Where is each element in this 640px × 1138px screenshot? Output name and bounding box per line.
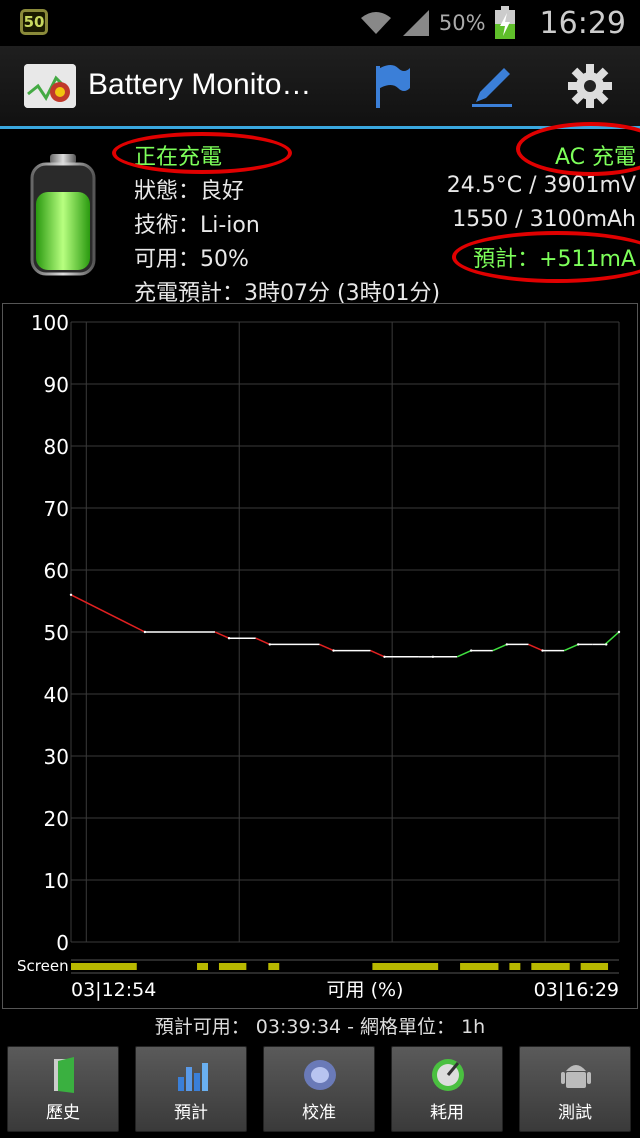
data-point bbox=[541, 649, 544, 652]
action-bar: Battery Monito… bbox=[0, 46, 640, 129]
test-icon bbox=[561, 1065, 591, 1088]
temperature-voltage: 24.5°C / 3901mV bbox=[446, 173, 636, 198]
status-bar: 50 50% 16:29 bbox=[0, 0, 640, 46]
notification-badge-icon: 50 bbox=[20, 9, 48, 35]
chart-svg: 1009080706050403020100Screen03|12:54 可用 (… bbox=[17, 311, 621, 1001]
gear-icon bbox=[568, 64, 612, 108]
estimate-icon bbox=[178, 1063, 208, 1091]
y-tick-label: 40 bbox=[44, 683, 69, 707]
tab-label: 測試 bbox=[558, 1103, 592, 1123]
x-end-label: 03|16:29 bbox=[534, 979, 619, 1001]
wifi-icon bbox=[360, 12, 391, 34]
data-point bbox=[431, 655, 435, 658]
tab-label: 耗用 bbox=[430, 1103, 464, 1123]
battery-chart[interactable]: 100 90 80 70 60 50 40 30 20 10 0 Screen 03|12:54 可用 (… bbox=[2, 303, 638, 1009]
screen-on-segment bbox=[218, 963, 247, 970]
usage-icon bbox=[432, 1059, 464, 1091]
screen-on-segment bbox=[372, 963, 439, 970]
status-right: 50% 16:29 bbox=[359, 0, 626, 46]
series-line bbox=[492, 643, 508, 652]
y-tick-label: 100 bbox=[31, 311, 69, 335]
data-point bbox=[617, 630, 621, 634]
y-tick-label: 20 bbox=[44, 807, 69, 831]
settings-button[interactable] bbox=[562, 58, 618, 114]
y-tick-label: 70 bbox=[44, 497, 69, 521]
data-point bbox=[505, 643, 509, 646]
highlight-ellipse bbox=[112, 132, 292, 174]
app-logo-icon[interactable] bbox=[24, 64, 76, 108]
tab-test[interactable]: 測試 bbox=[519, 1046, 631, 1132]
tab-label: 校准 bbox=[302, 1103, 336, 1123]
series-line bbox=[456, 649, 472, 658]
series-line bbox=[370, 649, 385, 658]
data-point bbox=[469, 649, 473, 652]
y-tick-label: 90 bbox=[44, 373, 69, 397]
calibrate-icon bbox=[304, 1060, 336, 1090]
data-point bbox=[383, 655, 386, 658]
battery-capacity: 1550 / 3100mAh bbox=[452, 207, 636, 232]
series-line bbox=[255, 637, 271, 646]
x-start-label: 03|12:54 bbox=[71, 979, 156, 1001]
battery-charging-icon bbox=[494, 6, 515, 39]
highlight-ellipse bbox=[516, 122, 640, 176]
screen-on-segment bbox=[197, 963, 208, 970]
data-point bbox=[605, 643, 608, 646]
data-point bbox=[268, 643, 272, 646]
battery-technology: 技術：Li-ion bbox=[134, 213, 260, 238]
signal-icon bbox=[402, 10, 429, 36]
screen-on-segment bbox=[509, 963, 521, 970]
series-line bbox=[319, 643, 334, 652]
tab-usage[interactable]: 耗用 bbox=[391, 1046, 503, 1132]
tab-history[interactable]: 歷史 bbox=[7, 1046, 119, 1132]
tab-calibrate[interactable]: 校准 bbox=[263, 1046, 375, 1132]
app-title: Battery Monito… bbox=[88, 68, 312, 101]
screen-on-segment bbox=[460, 963, 499, 970]
screen-label: Screen bbox=[17, 957, 69, 975]
battery-percent: 50% bbox=[438, 11, 486, 35]
y-tick-label: 50 bbox=[44, 621, 69, 645]
data-point bbox=[577, 643, 580, 646]
y-tick-label: 30 bbox=[44, 745, 69, 769]
series-line bbox=[70, 594, 146, 633]
y-tick-label: 60 bbox=[44, 559, 69, 583]
tab-estimate[interactable]: 預計 bbox=[135, 1046, 247, 1132]
clock: 16:29 bbox=[539, 5, 626, 41]
y-tick-label: 10 bbox=[44, 869, 69, 893]
x-axis-label: 可用 (%) bbox=[327, 979, 404, 1001]
highlight-ellipse bbox=[452, 231, 640, 283]
available-percent: 可用：50% bbox=[134, 247, 249, 272]
y-tick-label: 0 bbox=[56, 931, 69, 955]
screen-on-segment bbox=[268, 963, 280, 970]
screen-on-segment bbox=[71, 963, 137, 970]
y-tick-label: 80 bbox=[44, 435, 69, 459]
data-point bbox=[69, 593, 73, 596]
flag-icon bbox=[376, 65, 410, 108]
series-line bbox=[563, 643, 579, 652]
flag-button[interactable] bbox=[364, 58, 420, 114]
bottom-tab-bar: 歷史 預計 校准 耗用 測試 bbox=[0, 1042, 640, 1138]
data-point bbox=[332, 649, 335, 652]
series-line bbox=[214, 631, 230, 639]
screen-on-segment bbox=[580, 963, 609, 970]
battery-level-icon bbox=[30, 154, 96, 276]
screen-on-segment bbox=[531, 963, 570, 970]
pencil-icon bbox=[472, 68, 512, 107]
tab-label: 預計 bbox=[174, 1103, 208, 1123]
battery-status: 狀態：良好 bbox=[134, 179, 245, 204]
tab-label: 歷史 bbox=[46, 1103, 80, 1123]
history-icon bbox=[54, 1057, 74, 1093]
edit-button[interactable] bbox=[464, 58, 520, 114]
data-point bbox=[227, 637, 231, 640]
estimate-summary: 預計可用： 03:39:34 - 網格單位： 1h bbox=[154, 1016, 486, 1038]
series-line bbox=[528, 643, 543, 652]
series-line bbox=[604, 631, 620, 645]
data-point bbox=[143, 630, 147, 634]
